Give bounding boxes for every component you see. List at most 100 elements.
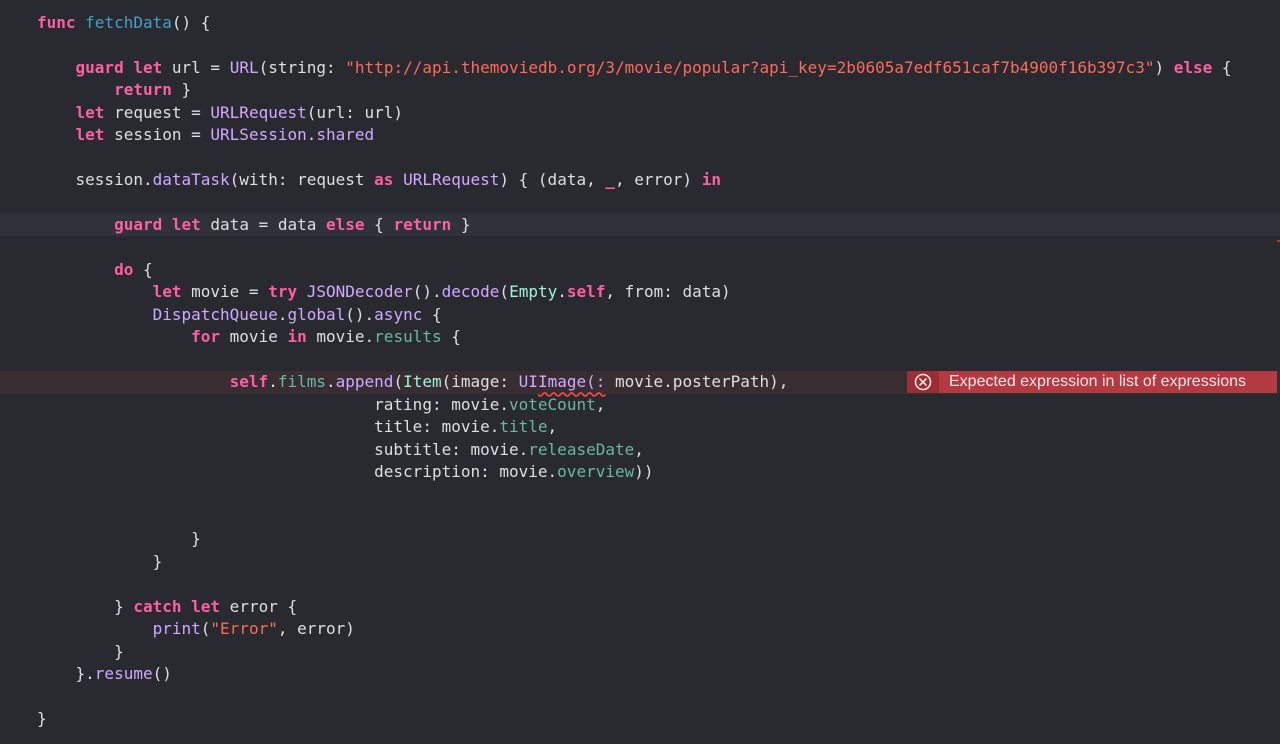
code-line[interactable] <box>0 349 1280 371</box>
code-token: { <box>441 327 461 347</box>
code-line-text: } <box>37 528 201 550</box>
code-token: . <box>326 372 336 392</box>
code-line[interactable]: session.dataTask(with: request as URLReq… <box>0 169 1280 191</box>
code-token: subtitle: movie. <box>37 439 529 459</box>
code-line[interactable]: } <box>0 708 1280 730</box>
code-line[interactable] <box>0 506 1280 528</box>
code-token: . <box>306 125 317 145</box>
code-token: . <box>557 282 567 302</box>
code-line[interactable]: }.resume() <box>0 663 1280 685</box>
code-token: do <box>114 259 134 279</box>
code-token: } <box>171 80 192 100</box>
code-line[interactable] <box>0 686 1280 708</box>
code-token: rating: movie. <box>37 394 510 414</box>
code-line[interactable]: } <box>0 641 1280 663</box>
code-line[interactable] <box>0 192 1280 214</box>
code-token: global <box>287 304 346 324</box>
code-token: guard <box>114 215 163 235</box>
code-editor[interactable]: func fetchData() { guard let url = URL(s… <box>0 0 1280 744</box>
code-token: movie = <box>181 282 269 302</box>
code-line-text: } catch let error { <box>37 596 297 618</box>
code-line[interactable]: guard let data = data else { return } <box>0 214 1280 237</box>
code-token: description: movie. <box>37 462 558 481</box>
code-token: self <box>229 372 269 392</box>
code-token: return <box>393 215 452 235</box>
code-token: "Error" <box>210 619 278 639</box>
inline-error-annotation[interactable]: Expected expression in list of expressio… <box>907 371 1277 393</box>
code-token: as <box>374 170 394 190</box>
code-line[interactable]: } <box>0 528 1280 550</box>
code-token: let <box>171 215 201 235</box>
code-token: (string: <box>258 57 346 77</box>
code-line-text: return } <box>37 79 191 101</box>
code-line[interactable]: return } <box>0 79 1280 101</box>
code-token: Item <box>403 372 442 392</box>
code-token: movie.posterPath), <box>605 372 789 392</box>
code-token: , error) <box>277 619 355 639</box>
code-token: JSONDecoder <box>306 282 413 302</box>
code-line[interactable] <box>0 34 1280 56</box>
code-line-text: guard let url = URL(string: "http://api.… <box>37 57 1232 79</box>
code-line[interactable] <box>0 573 1280 595</box>
code-line-text: description: movie.overview)) <box>37 461 653 483</box>
code-token: URLRequest <box>403 170 500 190</box>
code-line[interactable]: description: movie.overview)) <box>0 461 1280 483</box>
code-token: async <box>374 304 423 324</box>
code-line[interactable]: for movie in movie.results { <box>0 326 1280 348</box>
code-token: shared <box>316 125 375 145</box>
code-token: () { <box>171 13 211 32</box>
code-token: overview <box>557 462 635 481</box>
code-line[interactable]: func fetchData() { <box>0 12 1280 34</box>
code-token: } <box>37 641 124 661</box>
error-token: Image(: <box>537 372 606 392</box>
code-line[interactable]: title: movie.title, <box>0 416 1280 438</box>
code-token: ( <box>499 282 510 302</box>
code-line-text: } <box>37 641 124 663</box>
code-line[interactable]: let request = URLRequest(url: url) <box>0 102 1280 124</box>
code-line-text: } <box>37 551 163 573</box>
code-token: resume <box>94 664 153 684</box>
code-token: movie <box>220 327 288 347</box>
code-token: fetchData <box>85 13 172 32</box>
code-token: . <box>268 372 278 392</box>
code-token: print <box>152 619 201 639</box>
code-line-text: func fetchData() { <box>37 12 210 34</box>
code-token: ( <box>200 619 211 639</box>
code-token: URL <box>229 57 259 77</box>
code-token: (url: url) <box>306 102 404 122</box>
code-line[interactable]: DispatchQueue.global().async { <box>0 304 1280 326</box>
code-token: } <box>37 551 163 571</box>
code-line[interactable]: let session = URLSession.shared <box>0 124 1280 146</box>
code-line[interactable]: subtitle: movie.releaseDate, <box>0 439 1280 461</box>
code-line-text: subtitle: movie.releaseDate, <box>37 439 644 461</box>
code-token: else <box>326 215 365 235</box>
code-line[interactable]: guard let url = URL(string: "http://api.… <box>0 57 1280 79</box>
code-line[interactable]: print("Error", error) <box>0 618 1280 640</box>
code-line[interactable] <box>0 237 1280 259</box>
code-line[interactable]: let movie = try JSONDecoder().decode(Emp… <box>0 281 1280 303</box>
code-line[interactable]: rating: movie.voteCount, <box>0 394 1280 416</box>
code-token: } <box>37 596 134 616</box>
code-line[interactable] <box>0 147 1280 169</box>
code-token: func <box>37 13 76 32</box>
code-token: decode <box>441 282 500 302</box>
code-line[interactable] <box>0 483 1280 505</box>
code-line[interactable]: do { <box>0 259 1280 281</box>
error-icon-container[interactable] <box>907 371 941 393</box>
code-token: (). <box>345 304 375 324</box>
code-line[interactable]: } catch let error { <box>0 596 1280 618</box>
code-line-text: guard let data = data else { return } <box>37 214 470 236</box>
code-line-text: }.resume() <box>37 663 172 685</box>
code-token: { <box>1212 57 1232 77</box>
code-line[interactable]: } <box>0 551 1280 573</box>
